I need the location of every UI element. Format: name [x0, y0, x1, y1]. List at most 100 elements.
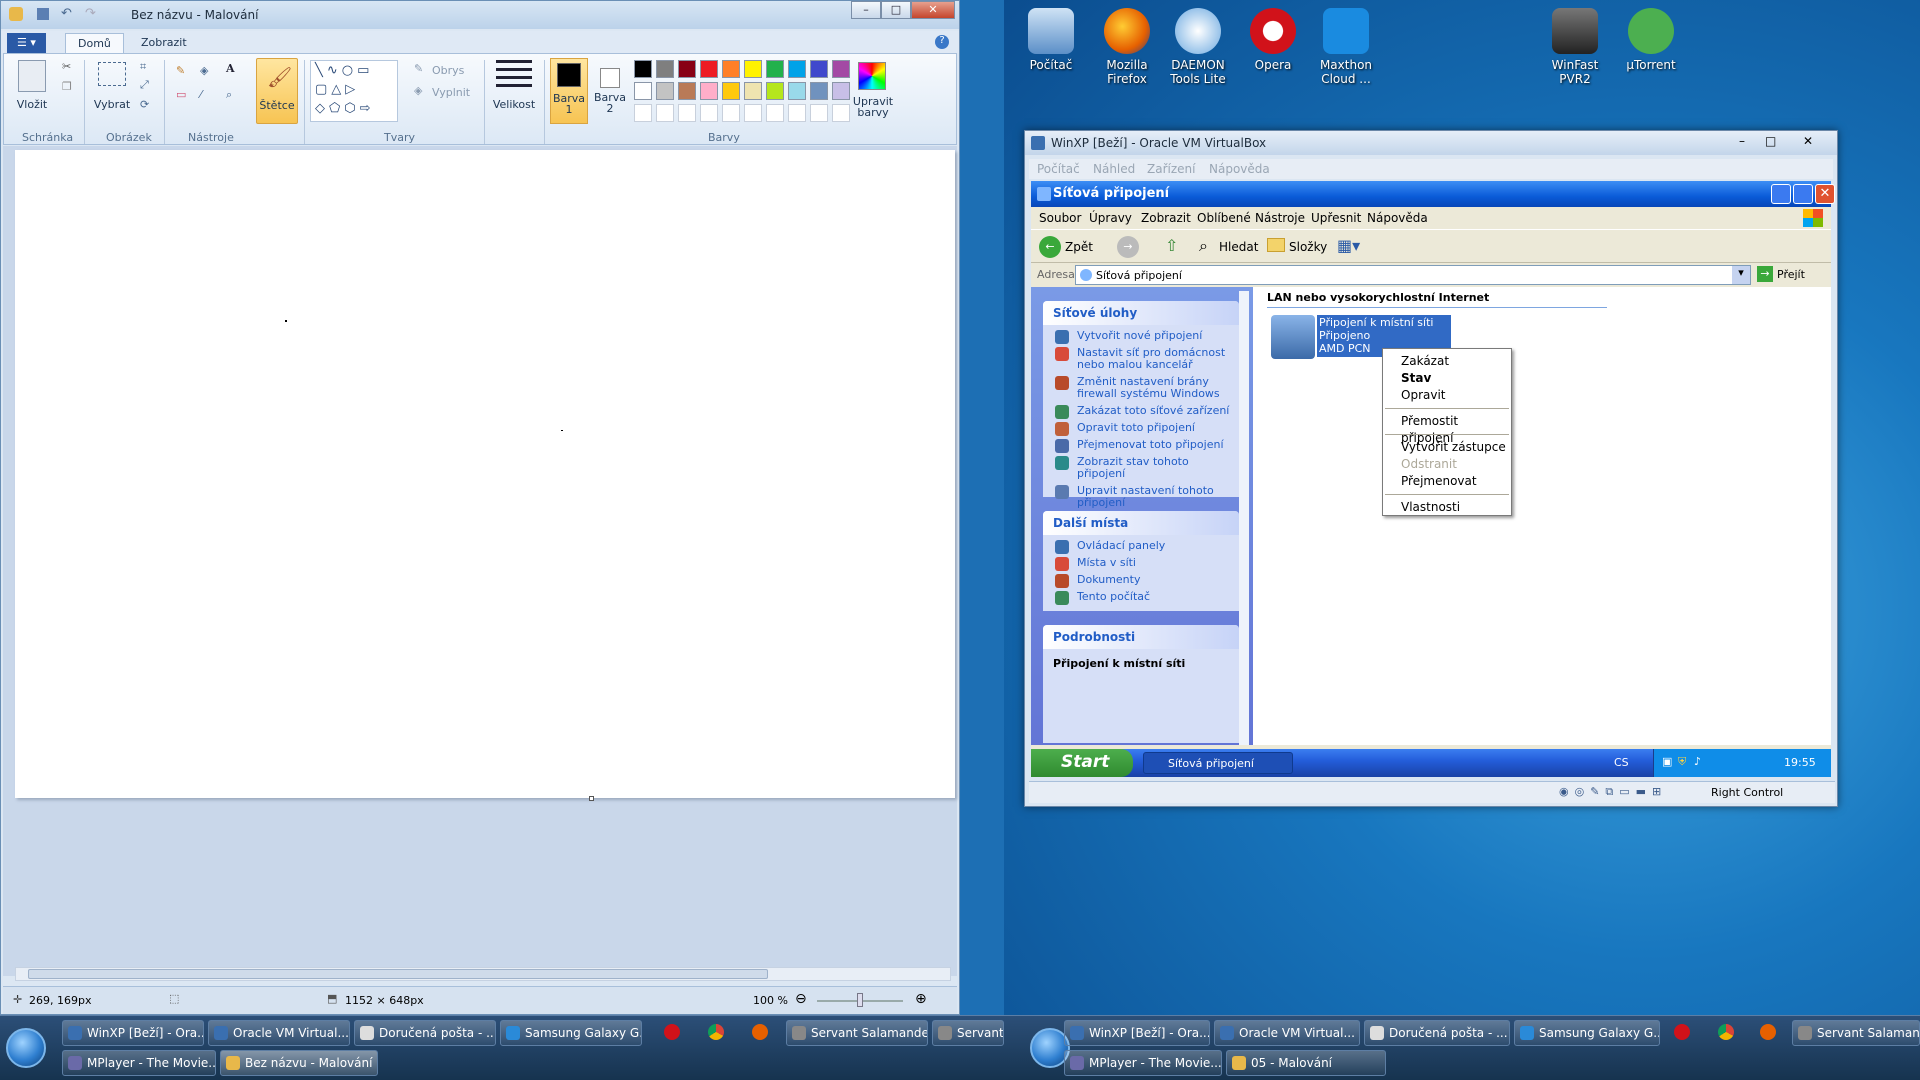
palette-swatch[interactable] [832, 60, 850, 78]
palette-swatch-empty[interactable] [788, 104, 806, 122]
palette-swatch-empty[interactable] [656, 104, 674, 122]
desktop-icon-daemon[interactable]: DAEMON Tools Lite [1163, 8, 1233, 86]
panel-title[interactable]: Další místa [1043, 511, 1239, 535]
vbox-menu-help[interactable]: Nápověda [1209, 162, 1270, 176]
desktop-icon-pvr2[interactable]: WinFast PVR2 [1540, 8, 1610, 86]
xp-menu-edit[interactable]: Úpravy [1089, 211, 1132, 225]
task-link[interactable]: Upravit nastavení tohoto připojení [1043, 485, 1239, 509]
close-button[interactable]: ✕ [911, 1, 955, 19]
xp-menu-view[interactable]: Zobrazit [1141, 211, 1191, 225]
menu-item-disable[interactable]: Zakázat [1383, 353, 1511, 370]
taskbar-button[interactable]: Servant Salamander [786, 1020, 928, 1046]
palette-swatch[interactable] [766, 82, 784, 100]
taskbar-button[interactable]: WinXP [Beží] - Ora... [62, 1020, 204, 1046]
palette-swatch[interactable] [678, 82, 696, 100]
pencil-icon[interactable]: ✎ [176, 64, 185, 77]
palette-swatch[interactable] [744, 82, 762, 100]
close-button[interactable]: ✕ [1803, 134, 1813, 148]
palette-swatch[interactable] [788, 82, 806, 100]
select-label[interactable]: Vybrat [92, 98, 132, 111]
palette-swatch[interactable] [788, 60, 806, 78]
palette-swatch-empty[interactable] [722, 104, 740, 122]
taskbar-button-active[interactable]: Bez názvu - Malování [220, 1050, 378, 1076]
xp-maximize-button[interactable] [1793, 184, 1813, 204]
panel-title[interactable]: Síťové úlohy [1043, 301, 1239, 325]
task-link[interactable]: Tento počítač [1043, 591, 1239, 605]
xp-menu-file[interactable]: Soubor [1039, 211, 1081, 225]
text-tool-icon[interactable]: A [226, 62, 235, 75]
menu-item-properties[interactable]: Vlastnosti [1383, 499, 1511, 516]
desktop-icon-opera[interactable]: Opera [1238, 8, 1308, 72]
start-button[interactable]: Start [1031, 749, 1133, 777]
palette-swatch[interactable] [810, 60, 828, 78]
undo-icon[interactable]: ↶ [61, 6, 72, 21]
desktop-icon-utorrent[interactable]: µTorrent [1616, 8, 1686, 72]
opera-icon[interactable] [1674, 1024, 1690, 1040]
folders-label[interactable]: Složky [1289, 240, 1327, 254]
palette-swatch[interactable] [634, 82, 652, 100]
taskbar-button[interactable]: Oracle VM Virtual... [208, 1020, 350, 1046]
clipboard-icon[interactable] [18, 60, 46, 92]
fill-icon[interactable]: ◈ [414, 84, 422, 97]
shapes-gallery[interactable]: ╲∿○▭ ▢△▷ ◇⬠⬡⇨ [310, 60, 398, 122]
palette-swatch[interactable] [744, 60, 762, 78]
menu-item-repair[interactable]: Opravit [1383, 387, 1511, 404]
palette-swatch-empty[interactable] [678, 104, 696, 122]
palette-swatch[interactable] [700, 82, 718, 100]
palette-swatch[interactable] [634, 60, 652, 78]
palette-swatch-empty[interactable] [744, 104, 762, 122]
task-link[interactable]: Ovládací panely [1043, 540, 1239, 554]
size-icon[interactable] [496, 60, 532, 90]
tray-network-icon[interactable]: ▣ [1662, 755, 1672, 768]
tray-security-icon[interactable]: ⛨ [1678, 755, 1686, 769]
task-link[interactable]: Vytvořit nové připojení [1043, 330, 1239, 344]
vbox-menu-devices[interactable]: Zařízení [1147, 162, 1195, 176]
forward-arrow-icon[interactable]: → [1117, 236, 1139, 258]
folders-icon[interactable] [1267, 238, 1285, 252]
xp-minimize-button[interactable] [1771, 184, 1791, 204]
xp-menu-advanced[interactable]: Upřesnit [1311, 211, 1361, 225]
zoom-out-button[interactable]: ⊖ [795, 991, 807, 1007]
task-link[interactable]: Přejmenovat toto připojení [1043, 439, 1239, 453]
palette-swatch[interactable] [766, 60, 784, 78]
paste-label[interactable]: Vložit [12, 98, 52, 111]
tab-view[interactable]: Zobrazit [129, 33, 199, 53]
taskbar-button[interactable]: MPlayer - The Movie... [1064, 1050, 1222, 1076]
drawing-canvas[interactable] [15, 150, 955, 801]
outline-label[interactable]: Obrys [432, 64, 464, 77]
menu-item-bridge[interactable]: Přemostit připojení [1383, 413, 1511, 445]
resize-icon[interactable]: ⤢ [140, 78, 149, 92]
xp-task-network[interactable]: Síťová připojení [1143, 752, 1293, 774]
crop-icon[interactable]: ⌗ [140, 60, 146, 74]
firefox-icon[interactable] [1760, 1024, 1776, 1040]
menu-item-status[interactable]: Stav [1383, 370, 1511, 387]
taskbar-button[interactable]: Samsung Galaxy G... [500, 1020, 642, 1046]
eraser-icon[interactable]: ▭ [176, 88, 186, 101]
paint-menu-button[interactable]: ☰ ▾ [7, 33, 46, 53]
desktop-icon-maxthon[interactable]: Maxthon Cloud ... [1311, 8, 1381, 86]
taskbar-button[interactable]: Servant S [932, 1020, 1004, 1046]
task-link[interactable]: Nastavit síť pro domácnost nebo malou ka… [1043, 347, 1239, 371]
task-link[interactable]: Dokumenty [1043, 574, 1239, 588]
palette-swatch[interactable] [722, 82, 740, 100]
edit-colors-label[interactable]: Upravit barvy [848, 96, 898, 118]
fill-bucket-icon[interactable]: ◈ [200, 64, 208, 77]
scrollbar-thumb[interactable] [28, 969, 768, 979]
help-icon[interactable]: ? [935, 35, 949, 49]
lan-connection-icon[interactable] [1271, 315, 1315, 359]
opera-icon[interactable] [664, 1024, 680, 1040]
select-icon[interactable] [98, 62, 126, 86]
xp-menu-favorites[interactable]: Oblíbené [1197, 211, 1251, 225]
palette-swatch[interactable] [700, 60, 718, 78]
start-orb[interactable] [6, 1028, 46, 1068]
outline-icon[interactable]: ✎ [414, 62, 423, 75]
minimize-button[interactable]: – [851, 1, 881, 19]
fill-label[interactable]: Vyplnit [432, 86, 470, 99]
vbox-device-icons[interactable]: ◉◎✎⧉▭▬⊞ [1559, 785, 1667, 799]
taskbar-button[interactable]: 05 - Malování [1226, 1050, 1386, 1076]
palette-swatch[interactable] [656, 82, 674, 100]
search-label[interactable]: Hledat [1219, 240, 1258, 254]
task-pane-scrollbar[interactable] [1239, 291, 1249, 745]
taskbar-button[interactable]: WinXP [Beží] - Ora... [1064, 1020, 1210, 1046]
task-link[interactable]: Zobrazit stav tohoto připojení [1043, 456, 1239, 480]
